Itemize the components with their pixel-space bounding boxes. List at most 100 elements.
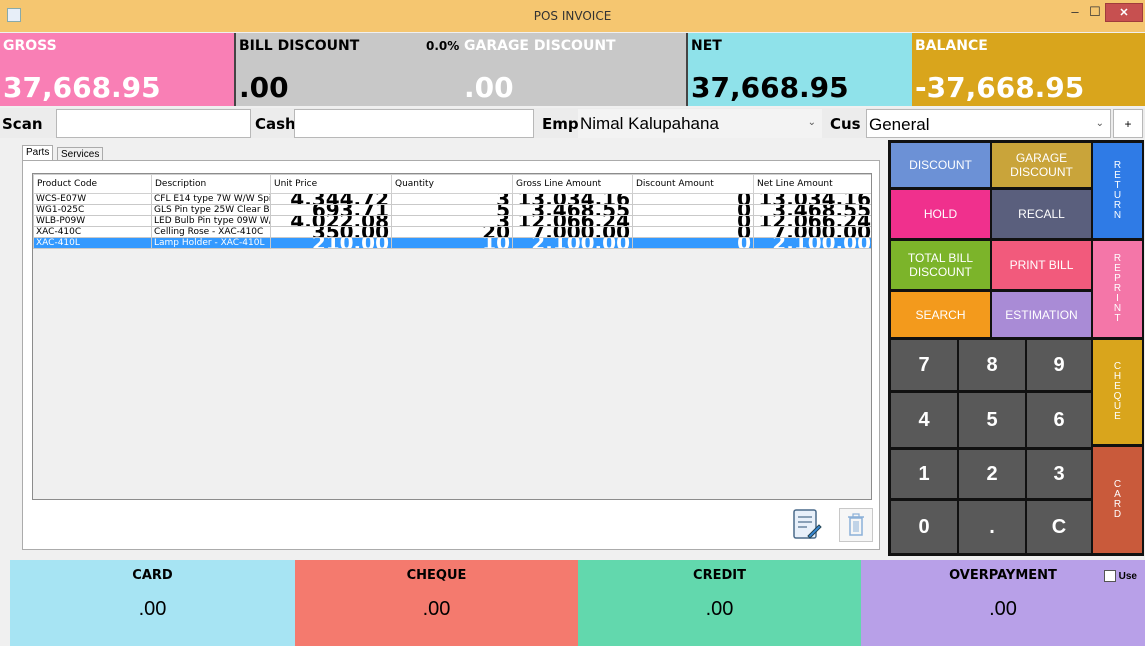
estimation-button[interactable]: ESTIMATION xyxy=(992,292,1091,337)
key-clear[interactable]: C xyxy=(1027,501,1091,553)
table-header: Product Code Description Unit Price Quan… xyxy=(33,174,871,194)
cell-discount-amount: 0 xyxy=(632,193,754,205)
garage-discount-tile: GARAGE DISCOUNT .00 xyxy=(461,33,686,106)
key-5[interactable]: 5 xyxy=(959,393,1025,447)
use-overpayment-checkbox[interactable]: Use xyxy=(1103,570,1137,582)
key-8[interactable]: 8 xyxy=(959,340,1025,390)
overpayment-value: .00 xyxy=(989,598,1017,620)
key-7[interactable]: 7 xyxy=(891,340,957,390)
column-header[interactable]: Product Code xyxy=(33,174,152,194)
table-row[interactable]: XAC-410C Celling Rose - XAC-410C 350.00 … xyxy=(33,226,871,238)
garage-discount-button[interactable]: GARAGE DISCOUNT xyxy=(992,143,1091,187)
cell-product-code: WCS-E07W xyxy=(33,193,152,205)
table-row[interactable]: WCS-E07W CFL E14 type 7W W/W Spiral 4,34… xyxy=(33,193,871,205)
key-1[interactable]: 1 xyxy=(891,450,957,498)
recall-button[interactable]: RECALL xyxy=(992,190,1091,238)
edit-item-icon[interactable] xyxy=(792,508,822,542)
gross-tile: GROSS 37,668.95 xyxy=(0,33,234,106)
bill-discount-percent: 0.0% xyxy=(426,39,460,53)
cell-quantity: 5 xyxy=(391,204,513,216)
column-header[interactable]: Discount Amount xyxy=(632,174,754,194)
cus-label: Cus xyxy=(830,115,861,133)
cell-net-amount: 12,066.24 xyxy=(753,215,871,227)
hold-button[interactable]: HOLD xyxy=(891,190,990,238)
use-label: Use xyxy=(1118,570,1137,582)
cheque-payment-tile[interactable]: CHEQUE .00 xyxy=(295,560,578,646)
key-decimal[interactable]: . xyxy=(959,501,1025,553)
net-tile: NET 37,668.95 xyxy=(686,33,912,106)
balance-label: BALANCE xyxy=(915,38,988,54)
credit-payment-value: .00 xyxy=(705,598,734,620)
cell-product-code: XAC-410L xyxy=(33,237,152,249)
column-header[interactable]: Net Line Amount xyxy=(753,174,871,194)
return-label: RETURN xyxy=(1113,159,1122,221)
cell-description: CFL E14 type 7W W/W Spiral xyxy=(151,193,271,205)
cell-discount-amount: 0 xyxy=(632,226,754,238)
cash-input[interactable] xyxy=(294,109,534,138)
card-button[interactable]: CARD xyxy=(1093,447,1142,553)
column-header[interactable]: Description xyxy=(151,174,271,194)
column-header[interactable]: Gross Line Amount xyxy=(512,174,633,194)
employee-select[interactable]: Nimal Kalupahana ⌄ xyxy=(578,109,822,138)
credit-payment-tile[interactable]: CREDIT .00 xyxy=(578,560,861,646)
close-button[interactable]: ✕ xyxy=(1105,3,1143,22)
cell-net-amount: 13,034.16 xyxy=(753,193,871,205)
total-bill-discount-button[interactable]: TOTAL BILL DISCOUNT xyxy=(891,241,990,289)
table-row-selected[interactable]: XAC-410L Lamp Holder - XAC-410L 210.00 1… xyxy=(33,237,871,249)
trash-icon xyxy=(848,513,864,536)
balance-value: -37,668.95 xyxy=(915,71,1085,104)
return-button[interactable]: RETURN xyxy=(1093,143,1142,238)
maximize-button[interactable]: ☐ xyxy=(1085,3,1105,22)
key-6[interactable]: 6 xyxy=(1027,393,1091,447)
column-header[interactable]: Quantity xyxy=(391,174,513,194)
bill-discount-value: .00 xyxy=(239,71,289,104)
title-bar: POS INVOICE – ☐ ✕ xyxy=(0,0,1145,32)
cell-description: Celling Rose - XAC-410C xyxy=(151,226,271,238)
delete-item-button[interactable] xyxy=(839,508,873,542)
bill-discount-tile: BILL DISCOUNT 0.0% .00 xyxy=(234,33,461,106)
cell-gross-amount: 12,066.24 xyxy=(512,215,633,227)
customer-select-value: General xyxy=(869,115,930,134)
key-0[interactable]: 0 xyxy=(891,501,957,553)
cell-quantity: 3 xyxy=(391,215,513,227)
cheque-payment-value: .00 xyxy=(422,598,451,620)
minimize-button[interactable]: – xyxy=(1065,3,1085,22)
cell-net-amount: 2,100.00 xyxy=(753,237,871,249)
cell-gross-amount: 13,034.16 xyxy=(512,193,633,205)
cell-unit-price: 350.00 xyxy=(270,226,392,238)
items-table[interactable]: Product Code Description Unit Price Quan… xyxy=(32,173,872,500)
print-bill-button[interactable]: PRINT BILL xyxy=(992,241,1091,289)
card-label: CARD xyxy=(1113,479,1122,520)
garage-discount-value: .00 xyxy=(464,71,514,104)
customer-select[interactable]: General ⌄ xyxy=(866,109,1111,138)
cell-product-code: WLB-P09W xyxy=(33,215,152,227)
cheque-button[interactable]: CHEQUE xyxy=(1093,340,1142,444)
table-row[interactable]: WLB-P09W LED Bulb Pin type 09W W/W 4,022… xyxy=(33,215,871,227)
add-customer-button[interactable]: + xyxy=(1113,109,1143,138)
column-header[interactable]: Unit Price xyxy=(270,174,392,194)
cell-discount-amount: 0 xyxy=(632,204,754,216)
discount-button[interactable]: DISCOUNT xyxy=(891,143,990,187)
cell-unit-price: 693.71 xyxy=(270,204,392,216)
reprint-button[interactable]: REPRINT xyxy=(1093,241,1142,337)
scan-label: Scan xyxy=(2,115,43,133)
key-2[interactable]: 2 xyxy=(959,450,1025,498)
scan-input[interactable] xyxy=(56,109,251,138)
cell-net-amount: 7,000.00 xyxy=(753,226,871,238)
table-row[interactable]: WG1-025C GLS Pin type 25W Clear Bulb 693… xyxy=(33,204,871,216)
tab-parts[interactable]: Parts xyxy=(22,145,54,161)
checkbox-icon[interactable] xyxy=(1103,570,1116,582)
bill-discount-label: BILL DISCOUNT xyxy=(239,38,360,54)
cell-unit-price: 4,344.72 xyxy=(270,193,392,205)
key-3[interactable]: 3 xyxy=(1027,450,1091,498)
key-9[interactable]: 9 xyxy=(1027,340,1091,390)
search-button[interactable]: SEARCH xyxy=(891,292,990,337)
key-4[interactable]: 4 xyxy=(891,393,957,447)
cheque-payment-label: CHEQUE xyxy=(406,568,467,583)
reprint-label: REPRINT xyxy=(1113,253,1122,324)
card-payment-tile[interactable]: CARD .00 xyxy=(10,560,295,646)
gross-label: GROSS xyxy=(3,38,57,54)
cell-discount-amount: 0 xyxy=(632,215,754,227)
tab-services[interactable]: Services xyxy=(57,147,104,161)
cell-description: GLS Pin type 25W Clear Bulb xyxy=(151,204,271,216)
